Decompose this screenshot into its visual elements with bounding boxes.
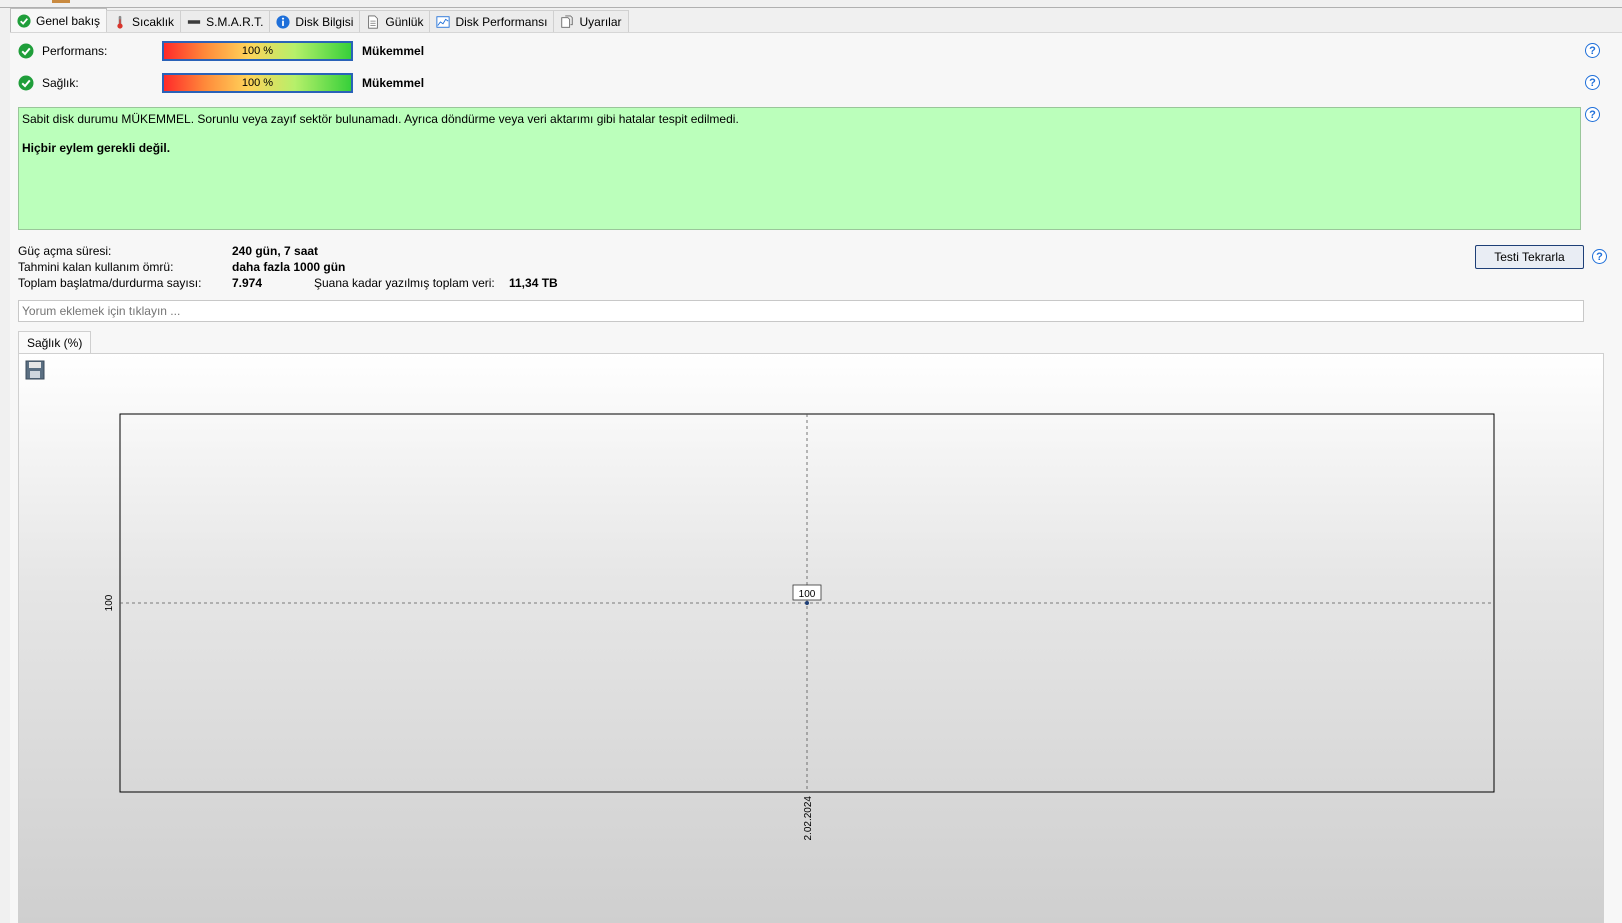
- check-circle-icon: [17, 13, 31, 28]
- lifetime-value: daha fazla 1000 gün: [232, 260, 346, 274]
- lifetime-label: Tahmini kalan kullanım ömrü:: [18, 260, 174, 274]
- health-label: Sağlık:: [42, 76, 79, 90]
- performance-rating: Mükemmel: [362, 44, 425, 58]
- performance-bar: 100 %: [162, 41, 353, 61]
- health-row: Sağlık:: [18, 73, 157, 93]
- comment-input[interactable]: [18, 300, 1584, 322]
- written-data-value: 11,34 TB: [509, 276, 558, 290]
- alerts-icon: [561, 14, 574, 28]
- tab-smart[interactable]: S.M.A.R.T.: [180, 10, 271, 32]
- y-tick-label: 100: [104, 594, 115, 611]
- tab-health-chart[interactable]: Sağlık (%): [18, 331, 92, 353]
- thermometer-icon: [117, 15, 123, 29]
- info-icon: [276, 14, 290, 29]
- performance-bar-text: 100 %: [241, 45, 274, 57]
- window-top-edge: [0, 0, 1622, 8]
- help-icon[interactable]: ?: [1585, 75, 1600, 90]
- performance-label: Performans:: [42, 44, 108, 58]
- tab-log[interactable]: Günlük: [359, 10, 431, 32]
- performance-row: Performans:: [18, 41, 157, 61]
- help-icon[interactable]: ?: [1585, 107, 1600, 122]
- data-label: 100: [799, 589, 816, 600]
- tab-alerts[interactable]: Uyarılar: [553, 10, 629, 32]
- tab-disk-info[interactable]: Disk Bilgisi: [269, 10, 361, 32]
- tab-temperature[interactable]: Sıcaklık: [106, 10, 182, 32]
- health-bar: 100 %: [162, 73, 353, 93]
- health-chart-area: 100 100 2.02.2024: [18, 353, 1604, 923]
- performance-chart-icon: [436, 15, 451, 28]
- main-tab-bar: Genel bakış Sıcaklık S.M.A.R.T. Disk Bil…: [10, 8, 629, 32]
- check-circle-icon: [18, 43, 34, 59]
- written-data-label: Şuana kadar yazılmış toplam veri:: [314, 276, 495, 290]
- tab-overview[interactable]: Genel bakış: [10, 8, 108, 32]
- help-icon[interactable]: ?: [1592, 249, 1607, 264]
- start-stop-label: Toplam başlatma/durdurma sayısı:: [18, 276, 202, 290]
- power-on-value: 240 gün, 7 saat: [232, 244, 319, 258]
- app-window: Genel bakış Sıcaklık S.M.A.R.T. Disk Bil…: [0, 0, 1622, 923]
- document-icon: [368, 14, 379, 29]
- start-stop-value: 7.974: [232, 276, 263, 290]
- health-rating: Mükemmel: [362, 76, 425, 90]
- status-message-box: Sabit disk durumu MÜKEMMEL. Sorunlu veya…: [18, 107, 1581, 230]
- health-bar-text: 100 %: [241, 77, 274, 89]
- retest-button[interactable]: Testi Tekrarla: [1475, 245, 1584, 269]
- status-action: Hiçbir eylem gerekli değil.: [22, 141, 171, 155]
- health-chart: 100 100 2.02.2024: [104, 413, 1495, 841]
- status-message: Sabit disk durumu MÜKEMMEL. Sorunlu veya…: [22, 112, 739, 126]
- power-on-label: Güç açma süresi:: [18, 244, 112, 258]
- check-circle-icon: [18, 75, 34, 91]
- x-tick-label: 2.02.2024: [803, 796, 814, 841]
- data-point: [805, 601, 809, 605]
- help-icon[interactable]: ?: [1585, 43, 1600, 58]
- tab-disk-performance[interactable]: Disk Performansı: [429, 10, 555, 32]
- drive-icon: [187, 19, 201, 24]
